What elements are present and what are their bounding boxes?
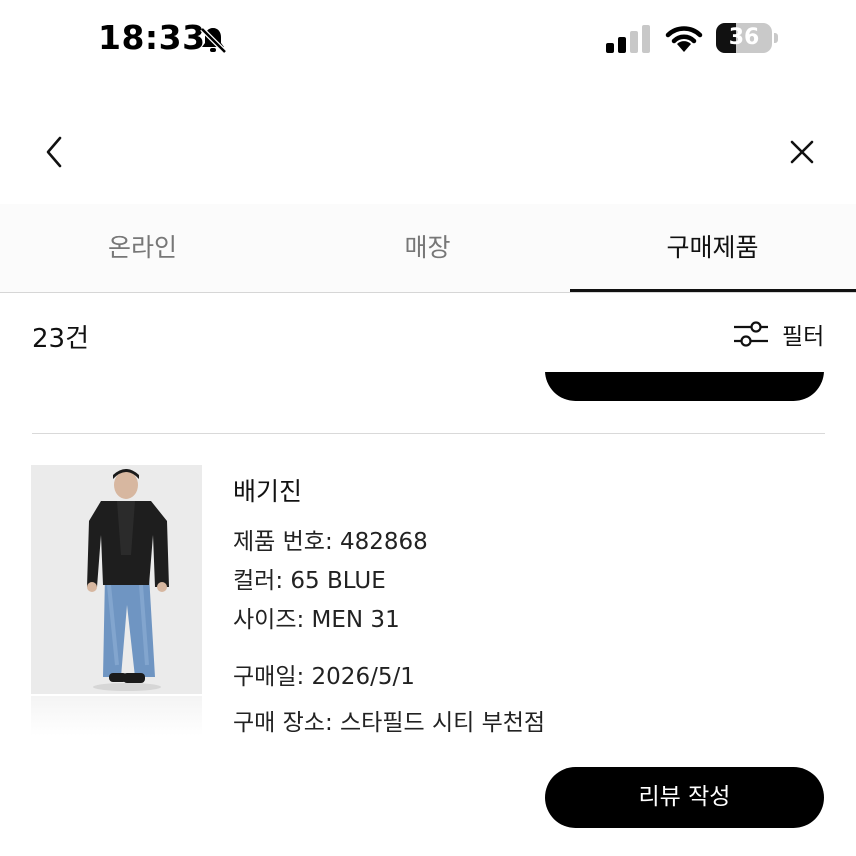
chevron-left-icon[interactable] <box>38 132 74 172</box>
close-icon[interactable] <box>784 134 820 170</box>
wifi-icon <box>665 26 703 52</box>
signal-icon <box>606 25 650 53</box>
product-photo <box>31 465 202 694</box>
active-tab-indicator <box>570 289 856 292</box>
battery-level: 36 <box>728 25 760 50</box>
product-color: 컬러: 65 BLUE <box>233 568 386 594</box>
product-image-reflection <box>31 696 202 736</box>
tab-bar: 온라인 매장 구매제품 <box>0 204 856 293</box>
product-name[interactable]: 배기진 <box>233 472 302 508</box>
status-time: 18:33 <box>98 18 206 57</box>
filter-button[interactable]: 필터 <box>732 316 824 352</box>
tab-online[interactable]: 온라인 <box>0 204 285 292</box>
product-size: 사이즈: MEN 31 <box>233 607 400 633</box>
product-image[interactable] <box>31 465 202 694</box>
product-number: 제품 번호: 482868 <box>233 529 428 555</box>
result-count: 23건 <box>32 324 90 354</box>
sliders-icon <box>734 321 768 347</box>
battery-icon: 36 <box>716 23 780 55</box>
previous-review-button[interactable] <box>545 372 824 401</box>
tab-store[interactable]: 매장 <box>285 204 570 292</box>
purchase-date: 구매일: 2026/5/1 <box>233 664 415 690</box>
filter-label: 필터 <box>782 324 825 350</box>
tab-purchased-products[interactable]: 구매제품 <box>570 204 855 292</box>
write-review-button[interactable]: 리뷰 작성 <box>545 767 824 828</box>
purchase-place: 구매 장소: 스타필드 시티 부천점 <box>233 710 546 736</box>
bell-slash-icon <box>200 27 227 54</box>
list-divider <box>32 433 825 434</box>
